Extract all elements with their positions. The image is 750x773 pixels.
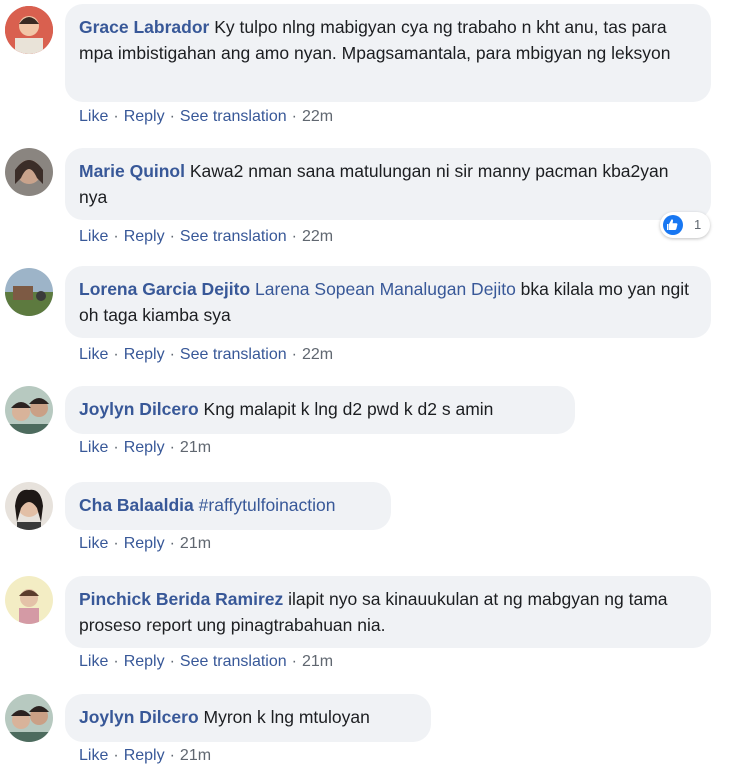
- reaction-badge[interactable]: 1: [660, 212, 710, 238]
- hashtag-link[interactable]: #raffytulfoinaction: [199, 495, 336, 515]
- like-button[interactable]: Like: [79, 535, 108, 552]
- comment-text: Kng malapit k lng d2 pwd k d2 s amin: [203, 399, 494, 419]
- comment-author[interactable]: Grace Labrador: [79, 17, 209, 37]
- comment-bubble: Marie Quinol Kawa2 nman sana matulungan …: [65, 148, 711, 220]
- reply-button[interactable]: Reply: [124, 228, 165, 245]
- comment-author[interactable]: Cha Balaaldia: [79, 495, 194, 515]
- like-button[interactable]: Like: [79, 228, 108, 245]
- comment-timestamp[interactable]: 22m: [302, 228, 333, 245]
- comment-author[interactable]: Joylyn Dilcero: [79, 399, 199, 419]
- reply-button[interactable]: Reply: [124, 108, 165, 125]
- comment-actions: Like · Reply · See translation · 21m: [79, 653, 334, 670]
- like-button[interactable]: Like: [79, 108, 108, 125]
- like-button[interactable]: Like: [79, 653, 108, 670]
- avatar[interactable]: [5, 268, 53, 316]
- avatar[interactable]: [5, 6, 53, 54]
- comment-actions: Like · Reply · 21m: [79, 747, 212, 764]
- comment-bubble: Lorena Garcia Dejito Larena Sopean Manal…: [65, 266, 711, 338]
- see-translation-link[interactable]: See translation: [180, 346, 287, 363]
- comment-actions: Like · Reply · 21m: [79, 439, 212, 456]
- like-button[interactable]: Like: [79, 747, 108, 764]
- comment-author[interactable]: Joylyn Dilcero: [79, 707, 199, 727]
- comment-bubble: Cha Balaaldia #raffytulfoinaction: [65, 482, 391, 530]
- like-reaction-icon: [663, 215, 683, 235]
- reply-button[interactable]: Reply: [124, 346, 165, 363]
- tagged-user-link[interactable]: Larena Sopean Manalugan Dejito: [255, 279, 516, 299]
- comment-bubble: Pinchick Berida Ramirez ilapit nyo sa ki…: [65, 576, 711, 648]
- see-translation-link[interactable]: See translation: [180, 108, 287, 125]
- comment-bubble: Grace Labrador Ky tulpo nlng mabigyan cy…: [65, 4, 711, 102]
- comment-actions: Like · Reply · 21m: [79, 535, 212, 552]
- reaction-count: 1: [694, 217, 702, 232]
- comment-timestamp[interactable]: 22m: [302, 108, 333, 125]
- comment-timestamp[interactable]: 21m: [180, 535, 211, 552]
- comment-timestamp[interactable]: 22m: [302, 346, 333, 363]
- avatar[interactable]: [5, 148, 53, 196]
- see-translation-link[interactable]: See translation: [180, 653, 287, 670]
- comment-actions: Like · Reply · See translation · 22m: [79, 346, 334, 363]
- reply-button[interactable]: Reply: [124, 747, 165, 764]
- see-translation-link[interactable]: See translation: [180, 228, 287, 245]
- comment-timestamp[interactable]: 21m: [180, 747, 211, 764]
- comment-author[interactable]: Lorena Garcia Dejito: [79, 279, 250, 299]
- comment-bubble: Joylyn Dilcero Kng malapit k lng d2 pwd …: [65, 386, 575, 434]
- comment-author[interactable]: Pinchick Berida Ramirez: [79, 589, 283, 609]
- comment-actions: Like · Reply · See translation · 22m: [79, 228, 334, 245]
- comment-author[interactable]: Marie Quinol: [79, 161, 185, 181]
- avatar[interactable]: [5, 576, 53, 624]
- like-button[interactable]: Like: [79, 439, 108, 456]
- comment-timestamp[interactable]: 21m: [180, 439, 211, 456]
- avatar[interactable]: [5, 482, 53, 530]
- reply-button[interactable]: Reply: [124, 653, 165, 670]
- like-button[interactable]: Like: [79, 346, 108, 363]
- comment-text: Myron k lng mtuloyan: [203, 707, 370, 727]
- comment-timestamp[interactable]: 21m: [302, 653, 333, 670]
- comment-bubble: Joylyn Dilcero Myron k lng mtuloyan: [65, 694, 431, 742]
- avatar[interactable]: [5, 386, 53, 434]
- reply-button[interactable]: Reply: [124, 439, 165, 456]
- avatar[interactable]: [5, 694, 53, 742]
- comment-actions: Like · Reply · See translation · 22m: [79, 108, 334, 125]
- reply-button[interactable]: Reply: [124, 535, 165, 552]
